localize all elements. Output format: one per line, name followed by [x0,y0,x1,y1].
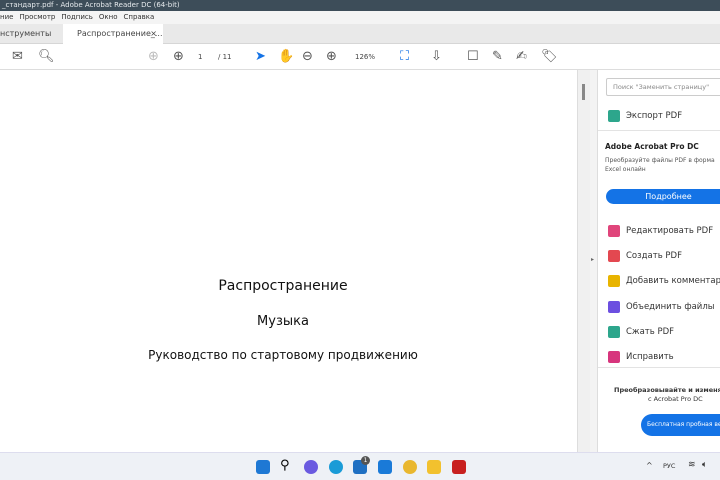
export-pdf[interactable]: Экспорт PDF [608,110,682,122]
hand-icon[interactable]: ✋ [278,49,294,65]
menu-view[interactable]: Просмотр [19,11,55,24]
combine-files-icon [608,301,620,313]
promo-text-1: Преобразуйте файлы PDF в форма [605,157,715,164]
edit-pdf-icon [608,225,620,237]
title-bar: _стандарт.pdf - Adobe Acrobat Reader DC … [0,0,720,11]
menu-window[interactable]: Окно [99,11,118,24]
tab-bar: нструменты Распространение_... × [0,24,720,44]
tool-fix[interactable]: Исправить [608,351,674,363]
start-icon[interactable] [256,460,270,474]
mail-badge: 1 [361,456,370,465]
tab-document[interactable]: Распространение_... × [63,24,163,44]
tool-label: Сжать PDF [626,327,675,337]
more-button[interactable]: Подробнее [606,189,720,204]
tools-pane: Поиск "Заменить страницу" Экспорт PDF Ad… [598,70,720,452]
bottom-text-2: с Acrobat Pro DC [648,395,703,403]
doc-subtitle: Музыка [257,314,309,329]
menu-sign[interactable]: Подпись [61,11,93,24]
chat-icon[interactable] [304,460,318,474]
compress-pdf-icon [608,326,620,338]
menu-bar: ние Просмотр Подпись Окно Справка [0,11,720,24]
tool-label: Исправить [626,352,674,362]
mail-icon[interactable]: 1 [353,456,370,474]
export-pdf-label: Экспорт PDF [626,111,683,121]
chrome-icon[interactable] [403,460,417,474]
acrobat-icon[interactable] [452,460,466,474]
create-pdf-icon [608,250,620,262]
expand-arrow-icon[interactable]: ▸ [591,256,594,263]
search-icon[interactable]: ⚲ [280,458,290,473]
stamp-icon[interactable]: 🏷︎ [541,49,558,65]
page-total: / 11 [218,53,232,61]
tool-compress-pdf[interactable]: Сжать PDF [608,326,674,338]
zoom-select[interactable]: 126% [355,53,375,61]
close-icon[interactable]: × [150,24,157,44]
menu-help[interactable]: Справка [123,11,154,24]
taskbar: ⚲ 1 ^ РУС ≋ 🔈︎ [0,452,720,480]
comment-icon[interactable]: ☐ [467,49,479,65]
volume-icon[interactable]: 🔈︎ [702,460,707,470]
tool-edit-pdf[interactable]: Редактировать PDF [608,225,713,237]
promo-title: Adobe Acrobat Pro DC [605,142,699,151]
app-icon[interactable] [378,460,392,474]
sign-icon[interactable]: ✍ [516,49,527,65]
zoom-out-icon[interactable]: ⊖ [302,49,313,65]
highlight-pen-icon[interactable]: ✎ [492,49,503,65]
fit-page-icon[interactable]: ⛶ [400,49,409,65]
scroll-mode-icon[interactable]: ⇩ [431,49,442,65]
doc-title: Распространение [218,278,348,294]
wifi-icon[interactable]: ≋ [688,460,696,470]
tool-add-comment[interactable]: Добавить комментари [608,275,720,287]
zoom-in-icon[interactable]: ⊕ [326,49,337,65]
scrollbar-thumb[interactable] [582,84,585,100]
tray-expand-icon[interactable]: ^ [646,461,653,470]
page-current-input[interactable]: 1 [198,53,202,61]
tool-label: Объединить файлы [626,302,715,312]
free-trial-button[interactable]: Бесплатная пробная ве [641,414,720,436]
select-cursor-icon[interactable]: ➤ [255,49,266,65]
edge-icon[interactable] [329,460,343,474]
tool-label: Редактировать PDF [626,226,714,236]
document-page: Распространение Музыка Руководство по ст… [0,70,577,452]
language-indicator[interactable]: РУС [663,462,675,470]
doc-heading: Руководство по стартовому продвижению [148,348,418,362]
export-pdf-icon [608,110,620,122]
tool-create-pdf[interactable]: Создать PDF [608,250,682,262]
tab-tools[interactable]: нструменты [0,24,51,44]
menu-edit[interactable]: ние [0,11,13,24]
tool-label: Добавить комментари [626,276,720,286]
zoom-search-icon[interactable]: 🔍︎ [38,49,55,65]
tool-label: Создать PDF [626,251,682,261]
scrollbar[interactable] [577,70,590,452]
toolbar: ✉ 🔍︎ ⊕ ⊕ 1 / 11 ➤ ✋ ⊖ ⊕ 126% ⛶ ⇩ ☐ ✎ ✍ 🏷… [0,44,720,70]
mail-icon[interactable]: ✉ [12,49,23,65]
comment-icon [608,275,620,287]
prev-page-icon[interactable]: ⊕ [148,49,159,65]
next-page-icon[interactable]: ⊕ [173,49,184,65]
search-input[interactable]: Поиск "Заменить страницу" [606,78,720,96]
explorer-icon[interactable] [427,460,441,474]
tool-combine-files[interactable]: Объединить файлы [608,301,714,313]
pane-collapse-strip[interactable]: ▸ [590,70,598,452]
fix-icon [608,351,620,363]
promo-text-2: Excel онлайн [605,166,646,173]
bottom-text-1: Преобразовывайте и изменяй [614,386,720,394]
